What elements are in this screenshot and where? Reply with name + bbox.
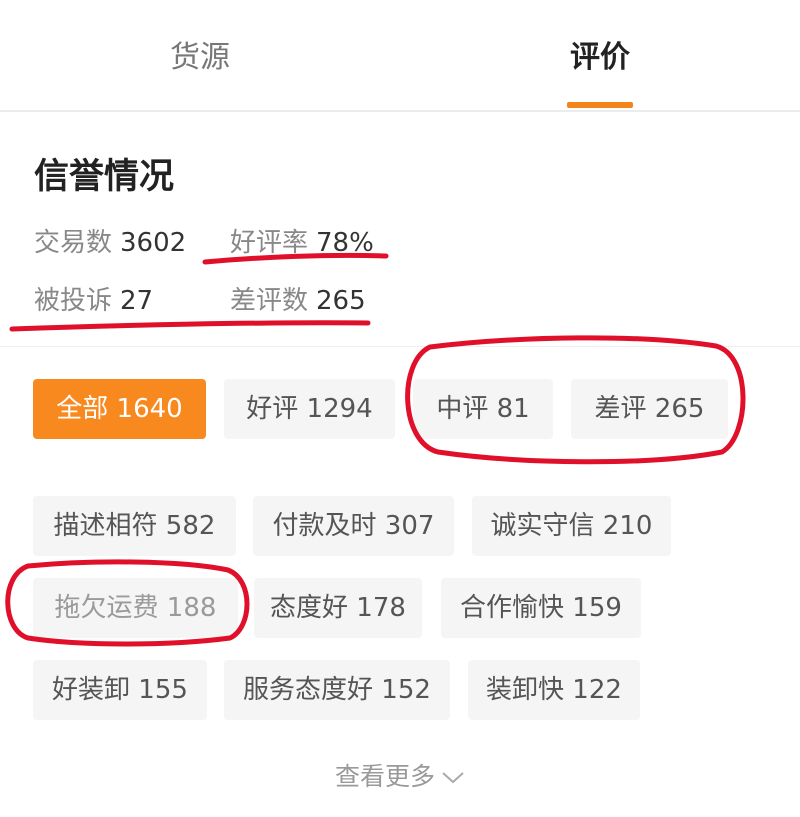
tag-chip[interactable]: 合作愉快 159: [441, 578, 641, 638]
stat-bad-count: 差评数 265: [230, 283, 366, 319]
tag-chip[interactable]: 拖欠运费 188: [33, 578, 238, 638]
tab-bar: 货源 评价: [0, 0, 800, 112]
filter-bad-button[interactable]: 差评 265: [571, 379, 728, 439]
tag-chip[interactable]: 诚实守信 210: [472, 496, 671, 556]
see-more-label: 查看更多: [334, 762, 435, 791]
stat-complaints: 被投诉 27: [34, 283, 153, 319]
complaints-value: 27: [120, 286, 154, 316]
tab-review[interactable]: 评价: [500, 36, 700, 80]
complaints-label: 被投诉: [34, 286, 113, 316]
tag-chip[interactable]: 态度好 178: [254, 578, 422, 638]
section-divider: [0, 346, 800, 347]
bad-count-label: 差评数: [230, 286, 309, 316]
filter-all-button[interactable]: 全部 1640: [33, 379, 206, 439]
filter-good-button[interactable]: 好评 1294: [224, 379, 395, 439]
filter-neutral-button[interactable]: 中评 81: [413, 379, 553, 439]
good-rate-value: 78%: [316, 228, 374, 258]
stat-good-rate: 好评率 78%: [230, 225, 374, 261]
see-more-button[interactable]: 查看更多: [300, 757, 500, 797]
tag-chip[interactable]: 描述相符 582: [33, 496, 236, 556]
bad-count-value: 265: [316, 286, 366, 316]
tag-chip[interactable]: 付款及时 307: [253, 496, 454, 556]
tag-chip[interactable]: 好装卸 155: [33, 660, 207, 720]
trades-value: 3602: [120, 228, 187, 258]
stat-trades: 交易数 3602: [34, 225, 186, 261]
trades-label: 交易数: [34, 228, 113, 258]
tab-source[interactable]: 货源: [100, 36, 300, 80]
underline-complaints-annotation: [9, 320, 371, 332]
credit-section-title: 信誉情况: [34, 157, 175, 197]
tag-chip[interactable]: 装卸快 122: [468, 660, 640, 720]
chevron-down-icon: [442, 772, 464, 784]
tag-chip[interactable]: 服务态度好 152: [224, 660, 450, 720]
good-rate-label: 好评率: [230, 228, 309, 258]
active-tab-indicator: [567, 102, 633, 108]
